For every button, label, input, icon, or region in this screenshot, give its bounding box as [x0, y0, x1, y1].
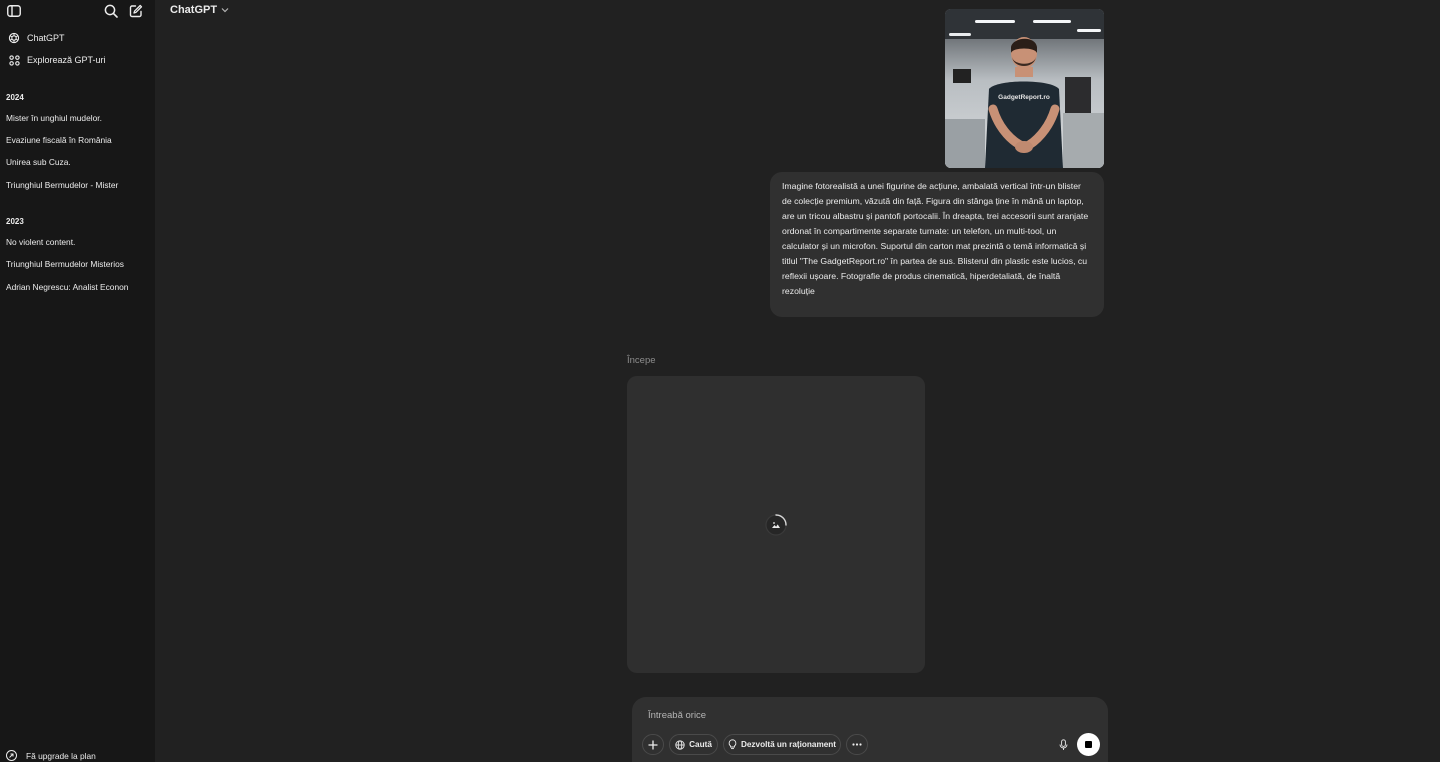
history-item[interactable]: Triunghiul Bermudelor - Mister	[6, 179, 134, 191]
shirt-text: GadgetReport.ro	[998, 94, 1050, 101]
nav-item-chatgpt[interactable]: ChatGPT	[4, 28, 150, 48]
plus-icon	[648, 739, 658, 750]
loading-spinner-icon	[764, 513, 788, 537]
openai-logo-icon	[7, 31, 21, 45]
history-item[interactable]: Unirea sub Cuza.	[6, 156, 134, 168]
history-item[interactable]: Triunghiul Bermudelor Misterios	[6, 258, 134, 270]
user-message-text: Imagine fotorealistă a unei figurine de …	[782, 181, 1089, 296]
sidebar-toolbar	[0, 0, 155, 22]
add-attachment-button[interactable]	[642, 734, 664, 755]
more-tools-button[interactable]	[846, 734, 868, 755]
model-name: ChatGPT	[170, 4, 218, 16]
lightbulb-icon	[728, 739, 737, 750]
upgrade-plan-button[interactable]: Fă upgrade la plan	[6, 749, 96, 762]
upgrade-label: Fă upgrade la plan	[26, 750, 96, 761]
nav-item-explore-gpts[interactable]: Explorează GPT-uri	[4, 50, 150, 70]
model-selector[interactable]: ChatGPT	[170, 3, 229, 17]
new-chat-icon[interactable]	[128, 3, 144, 19]
microphone-icon[interactable]	[1055, 737, 1071, 753]
more-horizontal-icon	[852, 743, 862, 746]
generating-image-placeholder	[627, 376, 925, 673]
composer: Caută Dezvoltă un raționament	[632, 697, 1108, 762]
photo-of-person-illustration: GadgetReport.ro	[945, 9, 1104, 168]
history-section-label: 2023	[6, 217, 24, 226]
reason-label: Dezvoltă un raționament	[740, 740, 837, 749]
history-section-label: 2024	[6, 93, 24, 102]
history-item[interactable]: Adrian Negrescu: Analist Econon	[6, 281, 134, 293]
prompt-input[interactable]	[648, 708, 1028, 722]
chevron-down-icon	[221, 8, 229, 13]
history-item[interactable]: Evaziune fiscală în România	[6, 134, 134, 146]
nav-item-label: Explorează GPT-uri	[27, 55, 106, 65]
uploaded-image[interactable]: GadgetReport.ro	[945, 9, 1104, 168]
history-item[interactable]: No violent content.	[6, 236, 134, 248]
grid-icon	[7, 53, 21, 67]
nav-item-label: ChatGPT	[27, 33, 65, 43]
upgrade-icon	[6, 750, 17, 761]
toggle-sidebar-icon[interactable]	[6, 3, 22, 19]
search-web-button[interactable]: Caută	[669, 734, 718, 755]
globe-icon	[675, 739, 685, 750]
generation-status-label: Începe	[627, 355, 656, 366]
reason-button[interactable]: Dezvoltă un raționament	[723, 734, 841, 755]
stop-icon	[1085, 741, 1092, 748]
sidebar: ChatGPT Explorează GPT-uri 2024 Mister î…	[0, 0, 155, 762]
user-message: Imagine fotorealistă a unei figurine de …	[770, 172, 1104, 317]
search-web-label: Caută	[689, 740, 712, 749]
history-item[interactable]: Mister în unghiul mudelor.	[6, 112, 134, 124]
search-icon[interactable]	[103, 3, 119, 19]
stop-generating-button[interactable]	[1077, 733, 1100, 756]
